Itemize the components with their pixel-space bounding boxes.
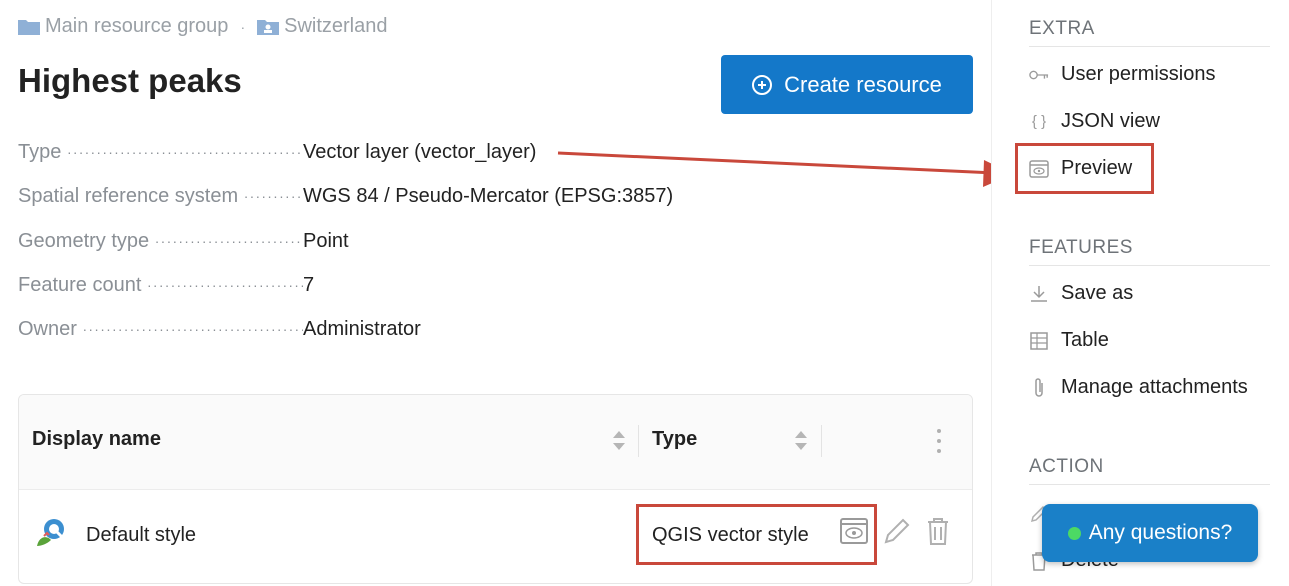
table-row[interactable]: Default style QGIS vector style xyxy=(19,489,972,583)
download-icon xyxy=(1029,284,1049,304)
sidebar: EXTRA User permissions { } JSON view Pre… xyxy=(991,0,1289,586)
column-header-type[interactable]: Type xyxy=(652,428,697,451)
sidebar-section-title-extra: EXTRA xyxy=(1029,18,1095,39)
column-header-display-name[interactable]: Display name xyxy=(32,428,161,451)
column-divider xyxy=(638,425,639,457)
sidebar-item-manage-attachments[interactable]: Manage attachments xyxy=(1029,376,1248,399)
table-header: Display name Type xyxy=(19,395,972,490)
children-table: Display name Type Default style QGIS vec… xyxy=(18,394,973,584)
sidebar-item-label: Preview xyxy=(1061,157,1133,179)
preview-icon[interactable] xyxy=(840,518,868,544)
sidebar-item-preview[interactable]: Preview xyxy=(1029,157,1132,180)
sidebar-item-table[interactable]: Table xyxy=(1029,329,1109,352)
paperclip-icon xyxy=(1029,377,1049,398)
section-divider xyxy=(1029,46,1270,47)
sidebar-item-label: User permissions xyxy=(1061,63,1216,85)
delete-icon[interactable] xyxy=(925,516,951,546)
sidebar-item-label: Save as xyxy=(1061,282,1134,304)
qgis-style-icon xyxy=(37,519,65,546)
sort-icon[interactable] xyxy=(612,431,625,451)
edit-icon[interactable] xyxy=(882,516,910,546)
sidebar-item-json-view[interactable]: { } JSON view xyxy=(1029,110,1160,133)
sidebar-section-title-action: ACTION xyxy=(1029,456,1104,477)
table-icon xyxy=(1029,331,1049,351)
sidebar-item-label: Manage attachments xyxy=(1061,376,1248,398)
row-display-name[interactable]: Default style xyxy=(86,524,196,547)
chat-widget-button[interactable]: Any questions? xyxy=(1042,504,1258,562)
section-divider xyxy=(1029,265,1270,266)
braces-icon: { } xyxy=(1031,113,1047,130)
online-status-dot xyxy=(1067,526,1081,540)
column-divider xyxy=(821,425,822,457)
chat-label: Any questions? xyxy=(1088,521,1233,544)
sidebar-item-user-permissions[interactable]: User permissions xyxy=(1029,63,1215,86)
section-divider xyxy=(1029,484,1270,485)
column-menu-icon[interactable] xyxy=(937,429,941,455)
row-type: QGIS vector style xyxy=(652,524,809,546)
sidebar-section-title-features: FEATURES xyxy=(1029,237,1133,258)
preview-icon xyxy=(1029,159,1049,179)
sidebar-item-label: Table xyxy=(1061,329,1109,351)
sort-icon[interactable] xyxy=(794,431,807,451)
sidebar-item-save-as[interactable]: Save as xyxy=(1029,282,1133,305)
sidebar-item-label: JSON view xyxy=(1061,110,1160,132)
key-icon xyxy=(1029,65,1049,85)
